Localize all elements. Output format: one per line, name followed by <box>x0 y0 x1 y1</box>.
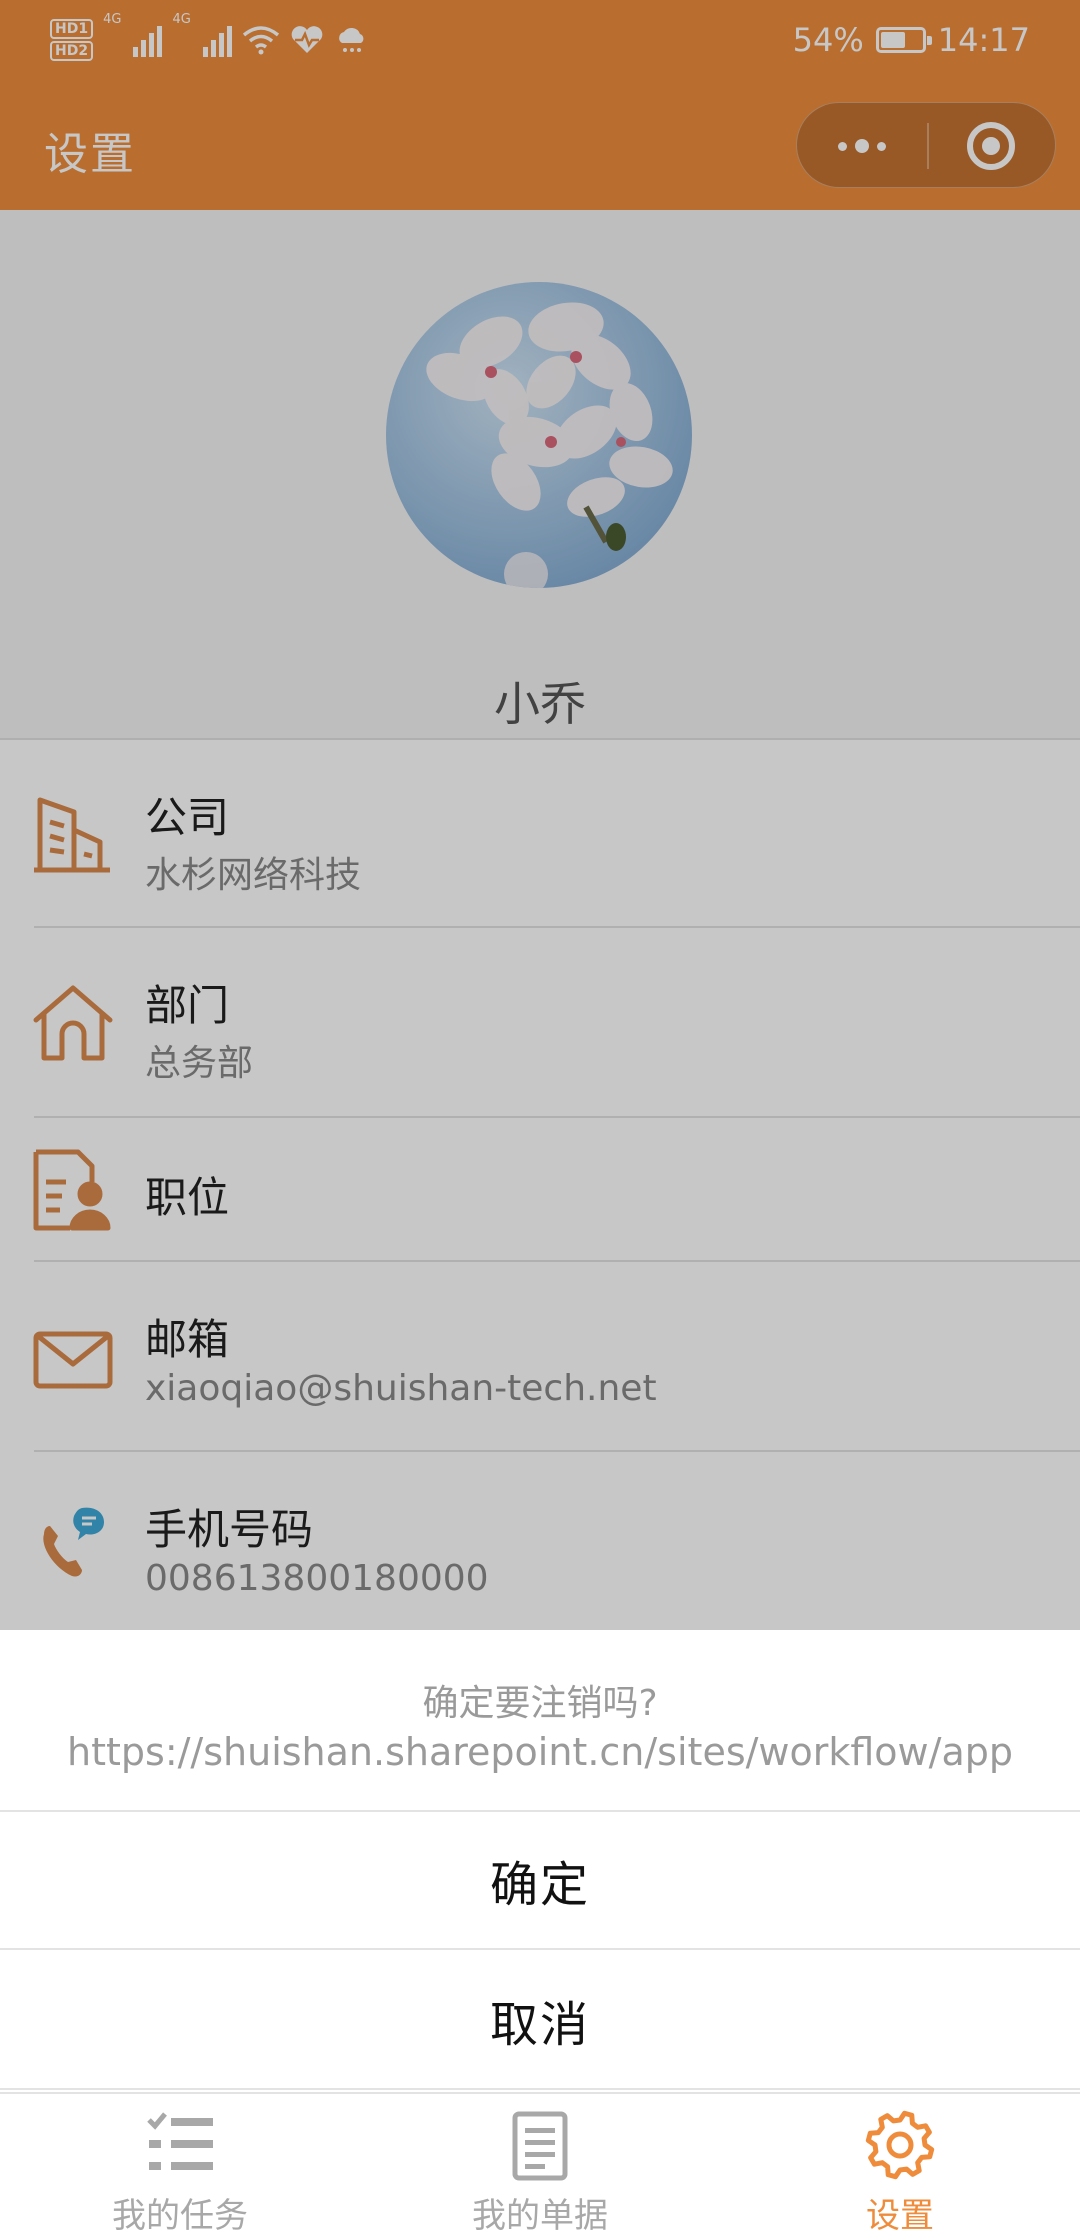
tab-my-documents-label: 我的单据 <box>472 2196 608 2236</box>
tab-bar: 我的任务 我的单据 设置 <box>0 2092 1080 2240</box>
task-list-icon <box>147 2112 213 2170</box>
tab-settings-label: 设置 <box>866 2196 934 2236</box>
action-sheet-header: 确定要注销吗? https://shuishan.sharepoint.cn/s… <box>0 1630 1080 1812</box>
logout-url: https://shuishan.sharepoint.cn/sites/wor… <box>67 1730 1013 1774</box>
cancel-button[interactable]: 取消 <box>0 1952 1080 2090</box>
tab-my-tasks[interactable]: 我的任务 <box>60 2108 300 2238</box>
tab-my-tasks-label: 我的任务 <box>112 2196 248 2236</box>
tab-settings[interactable]: 设置 <box>780 2108 1020 2238</box>
document-icon <box>512 2111 568 2181</box>
tab-my-documents[interactable]: 我的单据 <box>420 2108 660 2238</box>
confirm-button[interactable]: 确定 <box>0 1812 1080 1950</box>
logout-question: 确定要注销吗? <box>422 1683 658 1724</box>
gear-icon <box>865 2110 935 2180</box>
